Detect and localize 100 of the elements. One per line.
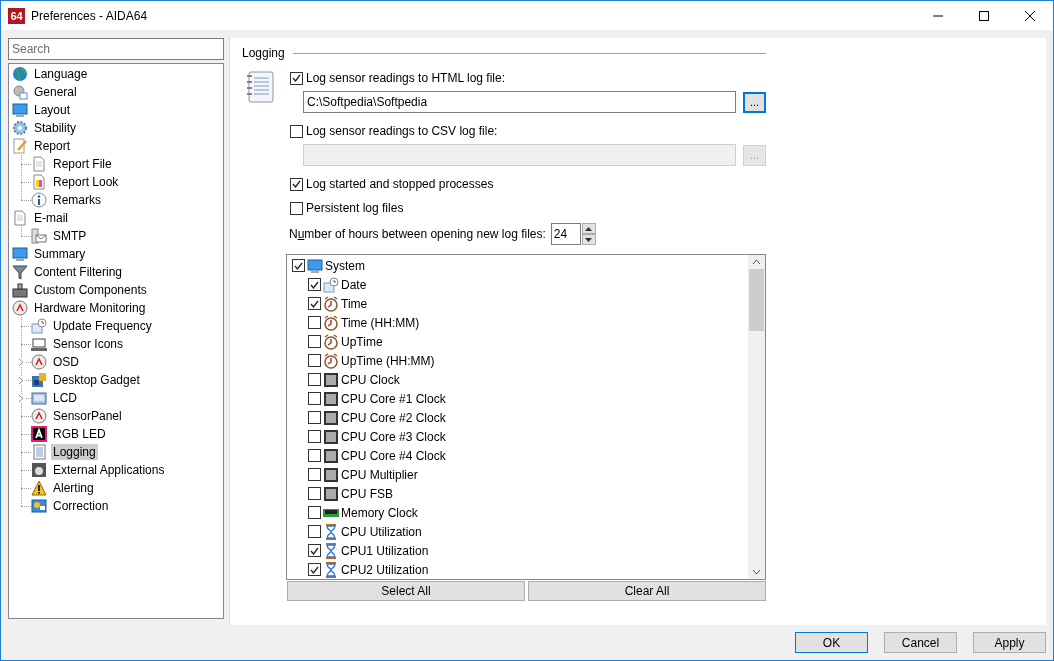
chip-icon	[323, 466, 339, 483]
tree-item[interactable]: Summary	[32, 246, 88, 262]
list-item[interactable]: Date	[341, 277, 367, 292]
tree-item[interactable]: Report	[32, 138, 73, 154]
spin-up-button[interactable]	[581, 223, 596, 234]
dialog-button[interactable]: OK	[795, 632, 868, 653]
list-item[interactable]: CPU FSB	[341, 486, 393, 501]
list-item[interactable]: CPU Clock	[341, 372, 400, 387]
tree-item[interactable]: Hardware Monitoring	[32, 300, 148, 316]
expand-icon[interactable]	[18, 394, 25, 403]
chip-icon	[323, 428, 339, 445]
list-item[interactable]: CPU Core #2 Clock	[341, 410, 446, 425]
notebook-icon	[245, 70, 275, 104]
calendar-clock-icon	[31, 318, 47, 334]
search-field[interactable]: Search	[8, 38, 224, 60]
checkbox[interactable]	[308, 297, 321, 310]
checkbox[interactable]	[308, 373, 321, 386]
globe-icon	[12, 66, 28, 82]
tree-item[interactable]: Content Filtering	[32, 264, 125, 280]
checkbox[interactable]	[308, 563, 321, 576]
notebook-icon	[31, 444, 47, 460]
calendar-clock-icon	[323, 276, 339, 293]
warning-icon	[31, 480, 47, 496]
list-item[interactable]: UpTime	[341, 334, 383, 349]
dialog-button[interactable]: Apply	[973, 632, 1046, 653]
tree-item[interactable]: Report Look	[51, 174, 121, 190]
checkbox[interactable]	[290, 201, 303, 215]
checkbox-label: Log sensor readings to HTML log file:	[306, 71, 505, 85]
toolbox-icon	[12, 282, 28, 298]
rgb-led-icon	[31, 426, 47, 442]
list-item[interactable]: CPU Core #3 Clock	[341, 429, 446, 444]
tree-item[interactable]: SensorPanel	[51, 408, 124, 424]
list-item[interactable]: CPU2 Utilization	[341, 562, 429, 577]
tree-item[interactable]: External Applications	[51, 462, 167, 478]
tree-item[interactable]: General	[32, 84, 79, 100]
checkbox[interactable]	[308, 316, 321, 329]
checkbox-label: Log sensor readings to CSV log file:	[306, 124, 498, 138]
application-icon	[31, 462, 47, 478]
hours-field[interactable]: 24	[550, 223, 581, 245]
hours-label: Number of hours between opening new log files:	[289, 227, 546, 241]
tree-item[interactable]: Layout	[32, 102, 73, 118]
list-item[interactable]: Time (HH:MM)	[341, 315, 420, 330]
tree-item[interactable]: Language	[32, 66, 90, 82]
laptop-icon	[31, 336, 47, 352]
checkbox[interactable]	[290, 177, 303, 191]
maximize-icon	[979, 10, 989, 21]
checkbox[interactable]	[292, 259, 305, 272]
tree-item[interactable]: Logging	[51, 444, 98, 460]
checkbox[interactable]	[308, 544, 321, 557]
checkbox[interactable]	[308, 392, 321, 405]
checkbox[interactable]	[308, 525, 321, 538]
path-field[interactable]: C:\Softpedia\Softpedia	[303, 91, 736, 113]
chip-icon	[323, 409, 339, 426]
expand-icon[interactable]	[18, 376, 25, 385]
tree-item[interactable]: Stability	[32, 120, 79, 136]
tree-item[interactable]: LCD	[51, 390, 79, 406]
checkbox[interactable]	[308, 506, 321, 519]
tree-item[interactable]: Report File	[51, 156, 114, 172]
checkbox[interactable]	[308, 335, 321, 348]
select-all-button[interactable]: Select All	[287, 581, 525, 601]
list-item[interactable]: CPU Multiplier	[341, 467, 418, 482]
alarm-clock-icon	[323, 333, 339, 350]
checkbox[interactable]	[308, 278, 321, 291]
list-item[interactable]: Time	[341, 296, 368, 311]
tree-item[interactable]: Update Frequency	[51, 318, 154, 334]
list-item[interactable]: CPU Core #1 Clock	[341, 391, 446, 406]
lcd-icon	[31, 390, 47, 406]
checkbox[interactable]	[290, 71, 303, 85]
tree-item[interactable]: OSD	[51, 354, 81, 370]
spin-down-button[interactable]	[581, 234, 596, 245]
monitor-icon	[307, 257, 323, 274]
tree-item[interactable]: Custom Components	[32, 282, 149, 298]
checkbox[interactable]	[308, 354, 321, 367]
list-item[interactable]: CPU Core #4 Clock	[341, 448, 446, 463]
expand-icon[interactable]	[18, 358, 25, 367]
tree-item[interactable]: Correction	[51, 498, 111, 514]
tree-item[interactable]: RGB LED	[51, 426, 108, 442]
clear-all-button[interactable]: Clear All	[528, 581, 766, 601]
tree-item[interactable]: Sensor Icons	[51, 336, 126, 352]
list-item[interactable]: Memory Clock	[341, 505, 418, 520]
tree-item[interactable]: Alerting	[51, 480, 96, 496]
tree-item[interactable]: E-mail	[32, 210, 70, 226]
checkbox[interactable]	[308, 449, 321, 462]
chip-icon	[323, 371, 339, 388]
tree-item[interactable]: SMTP	[51, 228, 89, 244]
list-item[interactable]: CPU Utilization	[341, 524, 422, 539]
tree-item[interactable]: Remarks	[51, 192, 103, 208]
scrollbar[interactable]	[748, 255, 765, 579]
checkbox[interactable]	[308, 430, 321, 443]
checkbox[interactable]	[308, 487, 321, 500]
dialog-button[interactable]: Cancel	[884, 632, 957, 653]
checkbox[interactable]	[308, 468, 321, 481]
checkbox[interactable]	[308, 411, 321, 424]
list-item[interactable]: CPU1 Utilization	[341, 543, 429, 558]
scroll-thumb[interactable]	[749, 269, 764, 331]
list-item[interactable]: System	[325, 258, 365, 273]
tree-item[interactable]: Desktop Gadget	[51, 372, 142, 388]
browse-button[interactable]: ...	[743, 91, 766, 113]
chart-icon	[31, 498, 47, 514]
list-item[interactable]: UpTime (HH:MM)	[341, 353, 435, 368]
